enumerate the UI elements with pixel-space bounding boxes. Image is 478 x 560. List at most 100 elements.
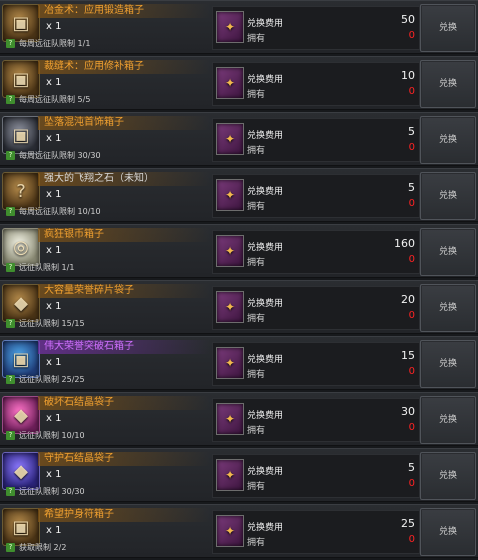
mystery-stone-icon[interactable]: ?: [2, 172, 40, 210]
cost-panel: ✦ 兑换费用 拥有 5 0: [212, 118, 420, 162]
item-quantity: x 1: [46, 189, 62, 200]
item-quantity: x 1: [46, 525, 62, 536]
silver-chest-icon[interactable]: ▣: [2, 116, 40, 154]
shop-row: ◆ 破坏石结晶袋子 x 1 ? 远征队限制 10/10 ✦ 兑换费用 拥有 30…: [0, 392, 478, 446]
cost-panel: ✦ 兑换费用 拥有 160 0: [212, 230, 420, 274]
gold-pouch-icon[interactable]: ◆: [2, 284, 40, 322]
question-icon[interactable]: ?: [6, 319, 15, 328]
cost-label: 兑换费用: [247, 75, 284, 85]
item-name: 强大的飞翔之石（未知）: [44, 173, 154, 184]
owned-label: 拥有: [247, 258, 266, 268]
exchange-button[interactable]: 兑换: [420, 396, 476, 444]
question-icon[interactable]: ?: [6, 95, 15, 104]
question-icon[interactable]: ?: [6, 207, 15, 216]
question-icon[interactable]: ?: [6, 263, 15, 272]
item-name: 疯狂银币箱子: [44, 229, 104, 240]
question-icon[interactable]: ?: [6, 431, 15, 440]
price-value: 5: [408, 181, 415, 194]
owned-value: 0: [408, 198, 415, 209]
price-value: 5: [408, 461, 415, 474]
exchange-token-icon: ✦: [216, 459, 244, 491]
blue-crystal-pouch-icon[interactable]: ◆: [2, 452, 40, 490]
cost-label: 兑换费用: [247, 467, 284, 477]
blue-chest-icon[interactable]: ▣: [2, 340, 40, 378]
shop-row: ▣ 希望护身符箱子 x 1 ? 获取限制 2/2 ✦ 兑换费用 拥有 25 0 …: [0, 504, 478, 558]
price-value: 5: [408, 125, 415, 138]
cost-panel: ✦ 兑换费用 拥有 15 0: [212, 342, 420, 386]
owned-value: 0: [408, 310, 415, 321]
shop-row: ◆ 大容量荣誉碎片袋子 x 1 ? 远征队限制 15/15 ✦ 兑换费用 拥有 …: [0, 280, 478, 334]
exchange-button[interactable]: 兑换: [420, 284, 476, 332]
purchase-limit: 每周远征队限制 10/10: [19, 207, 101, 216]
exchange-button[interactable]: 兑换: [420, 172, 476, 220]
purchase-limit: 远征队限制 30/30: [19, 487, 85, 496]
exchange-token-icon: ✦: [216, 123, 244, 155]
owned-label: 拥有: [247, 146, 266, 156]
exchange-token-icon: ✦: [216, 403, 244, 435]
item-quantity: x 1: [46, 469, 62, 480]
cost-panel: ✦ 兑换费用 拥有 5 0: [212, 454, 420, 498]
owned-value: 0: [408, 254, 415, 265]
owned-value: 0: [408, 86, 415, 97]
shop-row: ◆ 守护石结晶袋子 x 1 ? 远征队限制 30/30 ✦ 兑换费用 拥有 5 …: [0, 448, 478, 502]
exchange-token-icon: ✦: [216, 515, 244, 547]
owned-label: 拥有: [247, 426, 266, 436]
silver-coin-pile-icon[interactable]: ◎: [2, 228, 40, 266]
item-quantity: x 1: [46, 77, 62, 88]
price-value: 30: [401, 405, 415, 418]
exchange-button[interactable]: 兑换: [420, 60, 476, 108]
purchase-limit: 获取限制 2/2: [19, 543, 67, 552]
cost-panel: ✦ 兑换费用 拥有 20 0: [212, 286, 420, 330]
item-quantity: x 1: [46, 133, 62, 144]
owned-value: 0: [408, 366, 415, 377]
exchange-token-icon: ✦: [216, 347, 244, 379]
shop-row: ▣ 裁缝术：应用修补箱子 x 1 ? 每周远征队限制 5/5 ✦ 兑换费用 拥有…: [0, 56, 478, 110]
question-icon[interactable]: ?: [6, 487, 15, 496]
owned-value: 0: [408, 478, 415, 489]
shop-row: ▣ 伟大荣誉突破石箱子 x 1 ? 远征队限制 25/25 ✦ 兑换费用 拥有 …: [0, 336, 478, 390]
purchase-limit: 远征队限制 15/15: [19, 319, 85, 328]
cost-label: 兑换费用: [247, 299, 284, 309]
exchange-button[interactable]: 兑换: [420, 340, 476, 388]
item-name: 裁缝术：应用修补箱子: [44, 61, 144, 72]
price-value: 10: [401, 69, 415, 82]
cost-label: 兑换费用: [247, 411, 284, 421]
exchange-button[interactable]: 兑换: [420, 452, 476, 500]
owned-value: 0: [408, 534, 415, 545]
cost-panel: ✦ 兑换费用 拥有 5 0: [212, 174, 420, 218]
item-quantity: x 1: [46, 301, 62, 312]
item-name: 冶金术：应用锻造箱子: [44, 5, 144, 16]
owned-value: 0: [408, 142, 415, 153]
exchange-button[interactable]: 兑换: [420, 508, 476, 556]
price-value: 160: [394, 237, 415, 250]
item-name: 大容量荣誉碎片袋子: [44, 285, 134, 296]
item-quantity: x 1: [46, 413, 62, 424]
exchange-button[interactable]: 兑换: [420, 116, 476, 164]
exchange-token-icon: ✦: [216, 291, 244, 323]
exchange-token-icon: ✦: [216, 11, 244, 43]
exchange-button[interactable]: 兑换: [420, 4, 476, 52]
question-icon[interactable]: ?: [6, 151, 15, 160]
purchase-limit: 远征队限制 10/10: [19, 431, 85, 440]
treasure-chest-icon[interactable]: ▣: [2, 60, 40, 98]
pink-crystal-pouch-icon[interactable]: ◆: [2, 396, 40, 434]
shop-row: ◎ 疯狂银币箱子 x 1 ? 远征队限制 1/1 ✦ 兑换费用 拥有 160 0…: [0, 224, 478, 278]
item-name: 破坏石结晶袋子: [44, 397, 114, 408]
item-quantity: x 1: [46, 357, 62, 368]
treasure-chest-icon[interactable]: ▣: [2, 4, 40, 42]
purchase-limit: 每周远征队限制 30/30: [19, 151, 101, 160]
cost-label: 兑换费用: [247, 131, 284, 141]
item-quantity: x 1: [46, 21, 62, 32]
exchange-button[interactable]: 兑换: [420, 228, 476, 276]
item-quantity: x 1: [46, 245, 62, 256]
item-name: 守护石结晶袋子: [44, 453, 114, 464]
wooden-chest-icon[interactable]: ▣: [2, 508, 40, 546]
owned-label: 拥有: [247, 34, 266, 44]
cost-panel: ✦ 兑换费用 拥有 25 0: [212, 510, 420, 554]
exchange-token-icon: ✦: [216, 235, 244, 267]
question-icon[interactable]: ?: [6, 375, 15, 384]
owned-label: 拥有: [247, 482, 266, 492]
question-icon[interactable]: ?: [6, 543, 15, 552]
question-icon[interactable]: ?: [6, 39, 15, 48]
price-value: 50: [401, 13, 415, 26]
